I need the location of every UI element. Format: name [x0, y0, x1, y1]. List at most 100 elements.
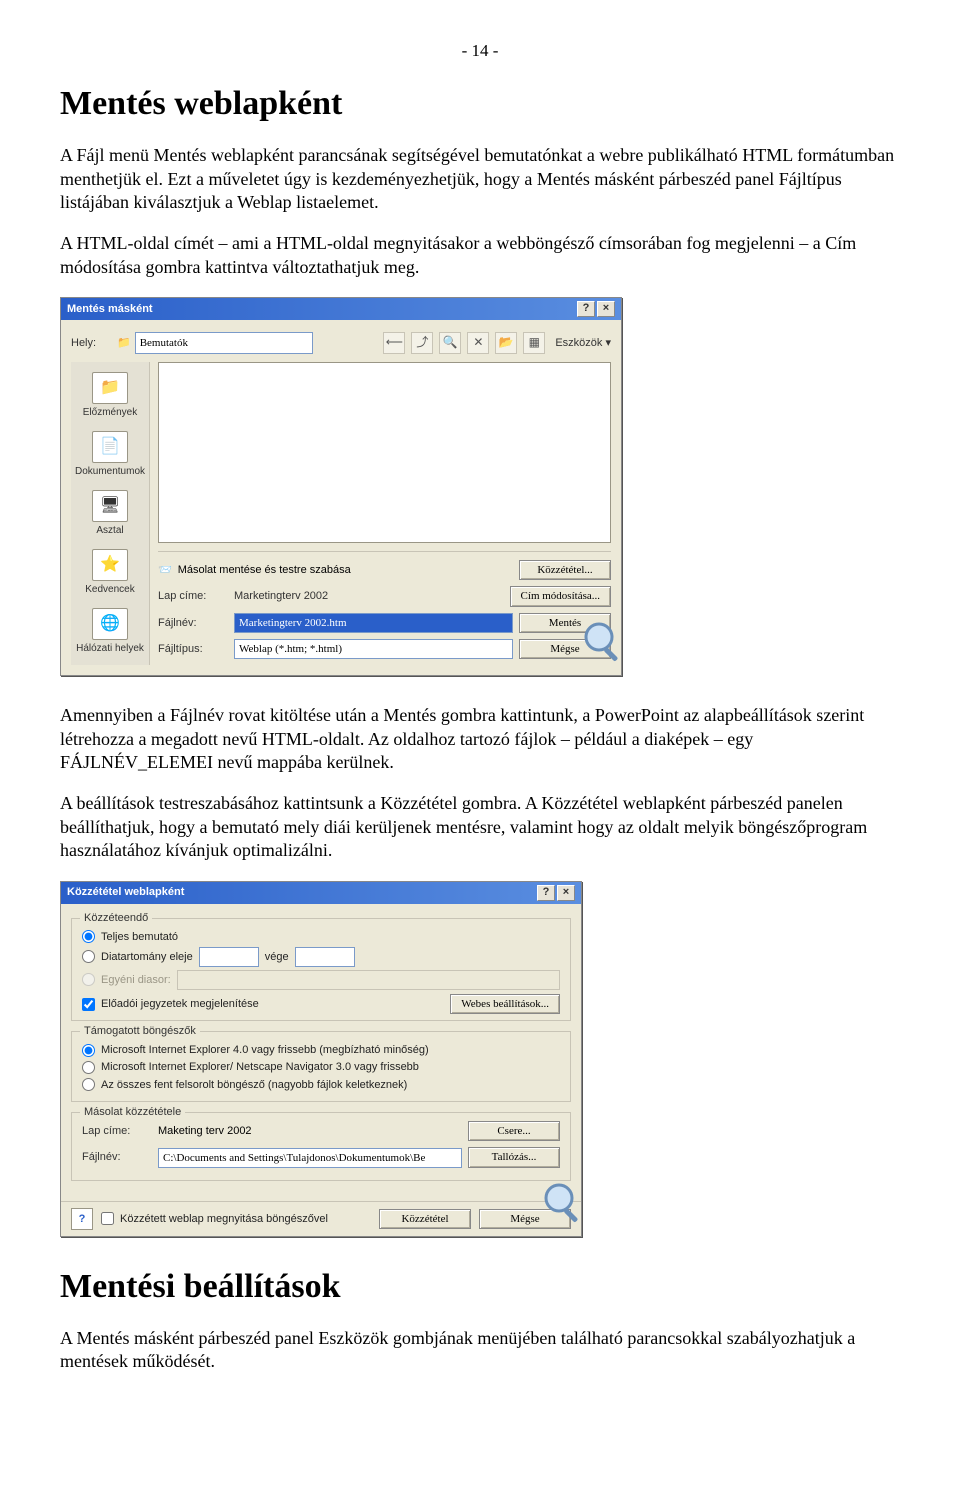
checkbox-input[interactable]: [82, 998, 95, 1011]
save-customize-label: Másolat mentése és testre szabása: [178, 563, 351, 577]
group-label: Másolat közzététele: [80, 1105, 185, 1119]
sidebar-item-label: Kedvencek: [85, 583, 134, 596]
views-icon[interactable]: ▦: [523, 332, 545, 354]
check-label: Közzétett weblap megnyitása böngészővel: [120, 1212, 328, 1226]
sidebar-item-label: Előzmények: [83, 406, 137, 419]
paragraph-1: A Fájl menü Mentés weblapként parancsána…: [60, 144, 900, 214]
page-title-value: Marketingterv 2002: [234, 589, 504, 603]
group-label: Támogatott böngészők: [80, 1024, 200, 1038]
radio-label: Teljes bemutató: [101, 930, 178, 944]
dialog-titlebar[interactable]: Közzététel weblapként ? ×: [61, 882, 581, 904]
group-what-to-publish: Közzéteendő Teljes bemutató Diatartomány…: [71, 918, 571, 1022]
dialog-title: Közzététel weblapként: [67, 885, 184, 899]
web-settings-button[interactable]: Webes beállítások...: [450, 994, 560, 1014]
group-supported-browsers: Támogatott böngészők Microsoft Internet …: [71, 1031, 571, 1102]
radio-custom-show: Egyéni diasor:: [82, 970, 560, 990]
radio-all-browsers[interactable]: Az összes fent felsorolt böngésző (nagyo…: [82, 1078, 560, 1092]
radio-input[interactable]: [82, 930, 95, 943]
file-list-pane[interactable]: [158, 362, 611, 543]
close-icon[interactable]: ×: [557, 885, 575, 901]
back-icon[interactable]: ⟵: [383, 332, 405, 354]
dialog-title: Mentés másként: [67, 302, 153, 316]
filename-label: Fájlnév:: [158, 616, 228, 630]
sidebar-item-label: Asztal: [96, 524, 123, 537]
network-icon: 🌐: [92, 608, 128, 640]
filetype-combo[interactable]: Weblap (*.htm; *.html): [234, 639, 513, 659]
sidebar-item-documents[interactable]: 📄 Dokumentumok: [75, 431, 145, 478]
radio-input[interactable]: [82, 1078, 95, 1091]
radio-label: Egyéni diasor:: [101, 973, 171, 987]
radio-input[interactable]: [82, 950, 95, 963]
radio-label: Az összes fent felsorolt böngésző (nagyo…: [101, 1078, 407, 1092]
paragraph-2: A HTML-oldal címét – ami a HTML-oldal me…: [60, 232, 900, 279]
close-icon[interactable]: ×: [597, 301, 615, 317]
radio-full-presentation[interactable]: Teljes bemutató: [82, 930, 560, 944]
save-as-dialog: Mentés másként ? × Hely: 📁 Bemutatók ⟵ ⤴…: [60, 297, 622, 676]
checkbox-input[interactable]: [101, 1212, 114, 1225]
page-title-label: Lap címe:: [158, 589, 228, 603]
check-speaker-notes[interactable]: Előadói jegyzetek megjelenítése: [82, 997, 450, 1011]
check-open-in-browser[interactable]: Közzétett weblap megnyitása böngészővel: [101, 1212, 371, 1226]
change-button[interactable]: Csere...: [468, 1121, 560, 1141]
save-copy-icon: 📨: [158, 563, 172, 577]
filename-input[interactable]: C:\Documents and Settings\Tulajdonos\Dok…: [158, 1148, 462, 1168]
sidebar-item-favorites[interactable]: ⭐ Kedvencek: [85, 549, 134, 596]
paragraph-5: A Mentés másként párbeszéd panel Eszközö…: [60, 1327, 900, 1374]
help-icon[interactable]: ?: [577, 301, 595, 317]
publish-dialog: Közzététel weblapként ? × Közzéteendő Te…: [60, 881, 582, 1237]
change-title-button[interactable]: Cím módosítása...: [510, 586, 611, 606]
sidebar-item-label: Dokumentumok: [75, 465, 145, 478]
publish-button[interactable]: Közzététel...: [519, 560, 611, 580]
documents-icon: 📄: [92, 431, 128, 463]
tools-menu[interactable]: Eszközök ▾: [551, 336, 611, 350]
group-publish-copy: Másolat közzététele Lap címe: Maketing t…: [71, 1112, 571, 1181]
delete-icon[interactable]: ✕: [467, 332, 489, 354]
publish-button[interactable]: Közzététel: [379, 1209, 471, 1229]
desktop-icon: 🖥: [92, 490, 128, 522]
new-folder-icon[interactable]: 📂: [495, 332, 517, 354]
check-label: Előadói jegyzetek megjelenítése: [101, 997, 259, 1011]
filetype-label: Fájltípus:: [158, 642, 228, 656]
custom-show-combo: [177, 970, 560, 990]
paragraph-3: Amennyiben a Fájlnév rovat kitöltése utá…: [60, 704, 900, 774]
help-icon[interactable]: ?: [537, 885, 555, 901]
favorites-icon: ⭐: [92, 549, 128, 581]
radio-label: Diatartomány eleje: [101, 950, 193, 964]
sidebar-item-desktop[interactable]: 🖥 Asztal: [92, 490, 128, 537]
sidebar-item-history[interactable]: 📁 Előzmények: [83, 372, 137, 419]
paragraph-4: A beállítások testreszabásához kattintsu…: [60, 792, 900, 862]
browse-button[interactable]: Tallózás...: [468, 1147, 560, 1167]
radio-label: Microsoft Internet Explorer/ Netscape Na…: [101, 1060, 419, 1074]
range-end-label: vége: [265, 950, 289, 964]
magnifier-icon: [539, 1178, 587, 1226]
location-label: Hely:: [71, 336, 111, 350]
range-start-input[interactable]: [199, 947, 259, 967]
sidebar-item-label: Hálózati helyek: [76, 642, 144, 655]
page-number: - 14 -: [60, 40, 900, 62]
radio-input: [82, 973, 95, 986]
filename-label: Fájlnév:: [82, 1150, 152, 1164]
radio-input[interactable]: [82, 1044, 95, 1057]
up-icon[interactable]: ⤴: [411, 332, 433, 354]
search-icon[interactable]: 🔍: [439, 332, 461, 354]
sidebar-item-network[interactable]: 🌐 Hálózati helyek: [76, 608, 144, 655]
heading-save-as-webpage: Mentés weblapként: [60, 82, 900, 126]
radio-label: Microsoft Internet Explorer 4.0 vagy fri…: [101, 1043, 429, 1057]
heading-save-settings: Mentési beállítások: [60, 1265, 900, 1309]
magnifier-icon: [579, 617, 627, 665]
radio-ie4[interactable]: Microsoft Internet Explorer 4.0 vagy fri…: [82, 1043, 560, 1057]
dialog-titlebar[interactable]: Mentés másként ? ×: [61, 298, 621, 320]
radio-input[interactable]: [82, 1061, 95, 1074]
range-end-input[interactable]: [295, 947, 355, 967]
help-icon[interactable]: ?: [71, 1208, 93, 1230]
filename-input[interactable]: Marketingterv 2002.htm: [234, 613, 513, 633]
dialog-footer: ? Közzétett weblap megnyitása böngészőve…: [61, 1201, 581, 1236]
radio-ns3[interactable]: Microsoft Internet Explorer/ Netscape Na…: [82, 1060, 560, 1074]
location-toolbar: Hely: 📁 Bemutatók ⟵ ⤴ 🔍 ✕ 📂 ▦ Eszközök ▾: [71, 328, 611, 362]
page-title-label: Lap címe:: [82, 1124, 152, 1138]
radio-slide-range[interactable]: Diatartomány eleje vége: [82, 947, 560, 967]
group-label: Közzéteendő: [80, 911, 152, 925]
folder-icon: 📁: [117, 336, 131, 350]
location-combo[interactable]: Bemutatók: [135, 332, 313, 354]
page-title-value: Maketing terv 2002: [158, 1124, 462, 1138]
